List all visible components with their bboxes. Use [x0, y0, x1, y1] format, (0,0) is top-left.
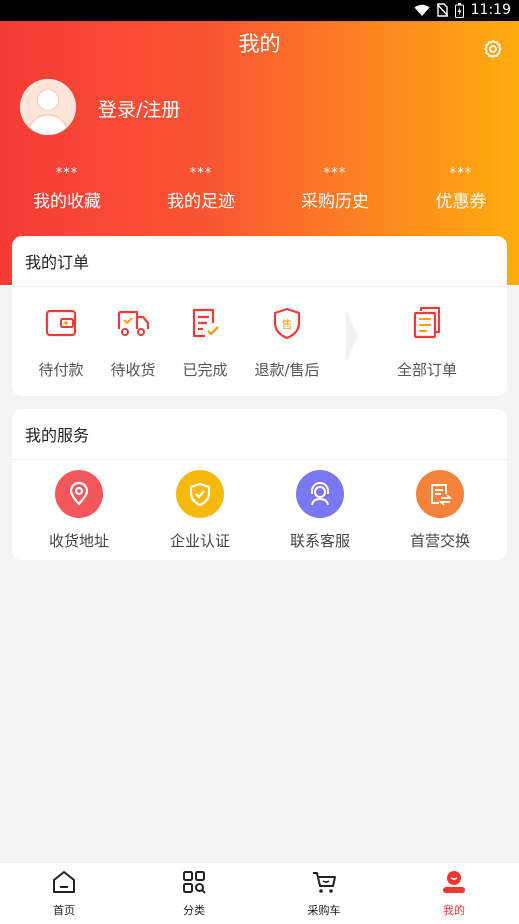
service-icon-circle — [296, 470, 344, 518]
stat-value: *** — [323, 166, 347, 181]
svg-text:售: 售 — [282, 317, 293, 331]
order-item-label: 全部订单 — [396, 361, 457, 379]
bottom-tab-bar: 首页 分类 采购车 我的 — [0, 862, 519, 924]
wifi-icon — [414, 4, 430, 16]
service-label: 首营交换 — [409, 532, 470, 550]
order-pending-delivery[interactable]: 待收货 — [95, 305, 171, 380]
home-icon — [53, 871, 75, 893]
avatar[interactable] — [20, 79, 76, 135]
status-icons: 11:19 — [414, 2, 511, 18]
location-pin-icon — [69, 481, 89, 506]
default-avatar-icon — [20, 79, 76, 135]
order-list-icon — [413, 306, 441, 339]
service-label: 联系客服 — [289, 532, 350, 550]
divider — [12, 286, 507, 287]
truck-icon — [117, 310, 150, 336]
order-completed[interactable]: 已完成 — [167, 305, 243, 380]
service-label: 企业认证 — [169, 532, 230, 550]
tab-label: 分类 — [183, 904, 205, 917]
stat-value: *** — [189, 166, 213, 181]
stat-value: *** — [449, 166, 473, 181]
order-after-sale[interactable]: 售 退款/售后 — [249, 305, 325, 380]
tab-label: 我的 — [443, 904, 465, 917]
order-item-label: 已完成 — [182, 361, 228, 379]
stat-label: 采购历史 — [301, 192, 369, 212]
service-label: 收货地址 — [48, 532, 109, 550]
tab-cart[interactable]: 采购车 — [284, 869, 364, 918]
tab-profile[interactable]: 我的 — [414, 869, 494, 918]
login-register-link[interactable]: 登录/注册 — [98, 95, 180, 122]
wallet-icon — [45, 309, 77, 337]
stat-label: 优惠券 — [435, 192, 487, 212]
divider — [12, 459, 507, 460]
stat-label: 我的收藏 — [33, 192, 101, 212]
order-item-label: 待收货 — [110, 361, 156, 379]
exchange-doc-icon — [431, 484, 453, 506]
settings-gear-icon[interactable] — [482, 38, 504, 60]
tab-home[interactable]: 首页 — [24, 869, 104, 918]
after-sale-shield-icon: 售 — [273, 307, 301, 340]
stat-coupons[interactable]: *** 优惠券 — [406, 166, 516, 213]
tab-label: 采购车 — [307, 904, 341, 917]
profile-icon — [443, 871, 465, 893]
stat-favorites[interactable]: *** 我的收藏 — [12, 166, 122, 213]
page-title: 我的 — [238, 32, 281, 56]
stat-value: *** — [55, 166, 79, 181]
order-all[interactable]: 全部订单 — [389, 305, 465, 380]
battery-icon — [454, 2, 464, 18]
headset-agent-icon — [311, 482, 329, 506]
service-customer-support[interactable]: 联系客服 — [265, 470, 375, 551]
status-bar: 11:19 — [0, 0, 519, 21]
tab-category[interactable]: 分类 — [154, 869, 234, 918]
status-time: 11:19 — [470, 2, 511, 18]
tab-label: 首页 — [53, 904, 75, 917]
verified-shield-icon — [189, 482, 211, 507]
service-shipping-address[interactable]: 收货地址 — [24, 470, 134, 551]
services-title: 我的服务 — [25, 426, 90, 445]
order-pending-payment[interactable]: 待付款 — [23, 305, 99, 380]
service-icon-circle — [55, 470, 103, 518]
stat-purchase-history[interactable]: *** 采购历史 — [280, 166, 390, 213]
order-item-label: 待付款 — [38, 361, 84, 379]
separator-arrow — [346, 310, 358, 362]
completed-doc-icon — [192, 308, 219, 338]
category-grid-icon — [183, 871, 206, 894]
order-item-label: 退款/售后 — [254, 361, 320, 379]
stat-label: 我的足迹 — [167, 192, 235, 212]
no-sim-icon — [436, 3, 448, 17]
service-icon-circle — [416, 470, 464, 518]
cart-icon — [313, 872, 336, 893]
stat-footprints[interactable]: *** 我的足迹 — [146, 166, 256, 213]
service-enterprise-cert[interactable]: 企业认证 — [145, 470, 255, 551]
orders-title: 我的订单 — [25, 253, 90, 272]
service-icon-circle — [176, 470, 224, 518]
service-first-exchange[interactable]: 首营交换 — [385, 470, 495, 551]
